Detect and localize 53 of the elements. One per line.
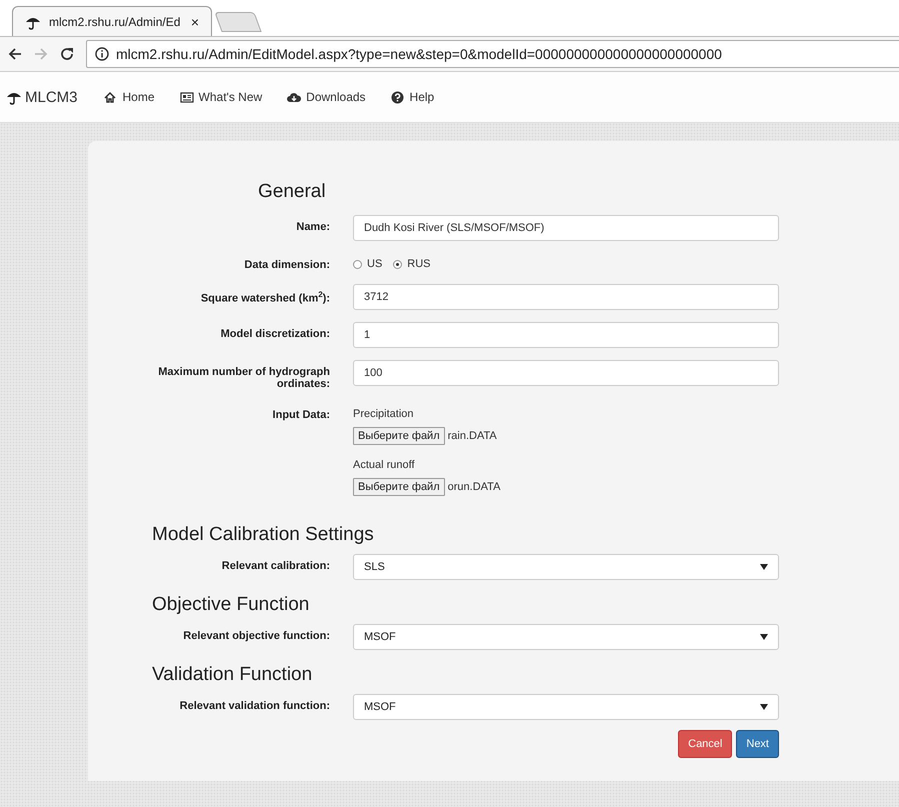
nav-link[interactable]: Help [390, 90, 434, 104]
field-label: Square watershed (km$^{2}$): [200, 288, 330, 306]
field-label: Maximum number of hydrograph ordinates: [157, 364, 330, 391]
file-name: orun.DATA [448, 480, 500, 493]
info-icon [95, 47, 109, 61]
new-tab-button[interactable] [214, 12, 262, 32]
reload-icon [60, 47, 74, 61]
radio-label: US [367, 258, 382, 270]
nav-link[interactable]: What's New [180, 90, 262, 104]
address-field[interactable]: mlcm2.rshu.ru/Admin/EditModel.aspx?type=new&step=0&modelId=000000000000000000000000 [86, 40, 899, 68]
newspaper-icon [180, 90, 194, 104]
tab-title: mlcm2.rshu.ru/Admin/Ed [49, 14, 182, 28]
dropdown[interactable]: MSOF [353, 624, 779, 650]
field-label: Name: [295, 220, 330, 235]
close-icon[interactable]: × [190, 14, 199, 30]
caret-icon [760, 704, 768, 710]
radio-label: RUS [407, 258, 431, 270]
section-heading: General [258, 181, 327, 203]
nav-link[interactable]: Downloads [287, 90, 366, 104]
field-label: Model discretization: [220, 326, 330, 342]
file-caption: Actual runoff [353, 458, 416, 471]
caret-icon [760, 564, 768, 570]
caret-icon [760, 634, 768, 640]
field-label: Data dimension: [243, 258, 330, 272]
file-name: rain.DATA [448, 430, 497, 442]
dropdown[interactable]: SLS [353, 554, 779, 580]
choose-file-button[interactable]: Выберите файл [353, 426, 445, 445]
radio-button[interactable] [393, 260, 402, 268]
section-heading: Objective Function [152, 594, 310, 616]
field-label: Input Data: [272, 408, 330, 423]
browser-tab[interactable]: mlcm2.rshu.ru/Admin/Ed × [12, 6, 212, 36]
back-arrow-icon [8, 47, 22, 61]
brand-link[interactable]: MLCM3 [6, 88, 78, 106]
choose-file-button[interactable]: Выберите файл [353, 478, 445, 496]
forward-arrow-icon [34, 47, 48, 61]
text-field[interactable]: 3712 [353, 284, 779, 310]
dropdown[interactable]: MSOF [353, 694, 779, 720]
text-field[interactable]: 1 [353, 322, 779, 348]
text-field[interactable]: 100 [353, 360, 779, 386]
section-heading: Validation Function [152, 664, 314, 686]
radio-button[interactable] [353, 260, 362, 268]
text-field[interactable]: Dudh Kosi River (SLS/MSOF/MSOF) [353, 215, 779, 241]
next-button[interactable]: Next [736, 730, 779, 758]
cloud-download-icon [287, 90, 302, 104]
home-icon [104, 90, 118, 104]
file-caption: Precipitation [353, 408, 415, 420]
section-heading: Model Calibration Settings [152, 524, 375, 546]
field-label: Relevant objective function: [182, 628, 330, 644]
nav-link[interactable]: Home [104, 90, 155, 104]
cancel-button[interactable]: Cancel [678, 730, 732, 758]
field-label: Relevant calibration: [220, 558, 330, 574]
field-label: Relevant validation function: [178, 698, 330, 714]
help-icon [390, 90, 405, 104]
